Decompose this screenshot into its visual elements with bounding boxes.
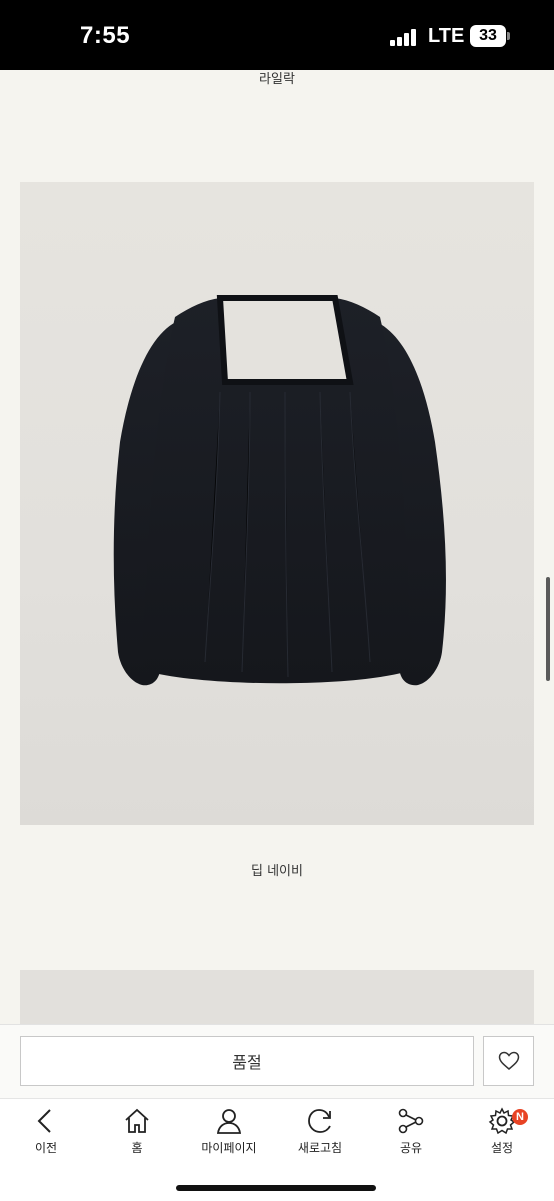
color-label-deep-navy: 딥 네이비	[251, 864, 303, 879]
bottom-nav: 이전 홈 마이페이지 새로고침 공유 N 설정	[0, 1098, 554, 1201]
share-icon	[398, 1108, 424, 1134]
network-type: LTE	[428, 25, 465, 47]
nav-refresh-label: 새로고침	[297, 1141, 343, 1155]
signal-icon	[390, 28, 418, 46]
battery-icon: 33	[470, 25, 506, 47]
nav-settings-label: 설정	[490, 1141, 514, 1155]
wishlist-button[interactable]	[483, 1036, 534, 1086]
new-badge: N	[512, 1109, 528, 1125]
nav-share-label: 공유	[399, 1141, 423, 1155]
product-image[interactable]	[20, 182, 534, 825]
status-time: 7:55	[80, 22, 131, 49]
nav-home[interactable]: 홈	[92, 1107, 182, 1167]
next-product-image[interactable]	[20, 970, 534, 1030]
nav-settings[interactable]: N 설정	[457, 1107, 547, 1167]
scrollbar[interactable]	[546, 577, 550, 681]
gear-icon	[488, 1107, 516, 1135]
nav-share[interactable]: 공유	[366, 1107, 456, 1167]
refresh-icon	[308, 1109, 331, 1133]
heart-icon	[498, 1051, 519, 1070]
blouse-illustration	[113, 295, 446, 686]
home-icon	[125, 1108, 149, 1133]
back-arrow-icon	[37, 1109, 51, 1133]
nav-refresh[interactable]: 새로고침	[275, 1107, 365, 1167]
nav-mypage[interactable]: 마이페이지	[184, 1107, 274, 1167]
nav-home-label: 홈	[131, 1141, 143, 1155]
color-label-lilac: 라일락	[259, 72, 295, 87]
nav-mypage-label: 마이페이지	[201, 1141, 257, 1155]
nav-back[interactable]: 이전	[1, 1107, 91, 1167]
status-bar: 7:55 LTE 33	[0, 0, 554, 70]
person-icon	[216, 1109, 242, 1134]
home-indicator[interactable]	[176, 1185, 376, 1191]
action-bar: 품절	[0, 1024, 554, 1099]
soldout-label: 품절	[232, 1053, 262, 1072]
battery-nub	[507, 32, 510, 40]
nav-back-label: 이전	[34, 1141, 58, 1155]
soldout-button[interactable]: 품절	[20, 1036, 474, 1086]
